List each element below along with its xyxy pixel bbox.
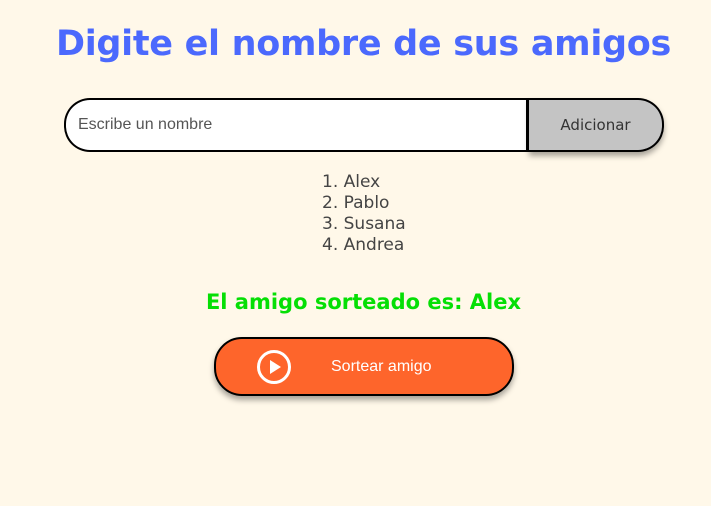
name-input[interactable] [64,98,529,152]
draw-result: El amigo sorteado es: Alex [205,290,522,314]
list-item: 1. Alex [322,172,381,192]
add-button[interactable]: Adicionar [529,98,664,152]
page-title: Digite el nombre de sus amigos [55,24,672,64]
play-circle-icon [256,349,292,385]
list-item: 2. Pablo [322,193,390,213]
draw-friend-button[interactable]: Sortear amigo [214,337,514,396]
friend-list: 1. Alex 2. Pablo 3. Susana 4. Andrea [322,172,406,256]
list-item: 3. Susana [322,214,406,234]
draw-button-label: Sortear amigo [331,357,432,375]
list-item: 4. Andrea [322,235,405,255]
name-input-row: Adicionar [64,98,664,152]
